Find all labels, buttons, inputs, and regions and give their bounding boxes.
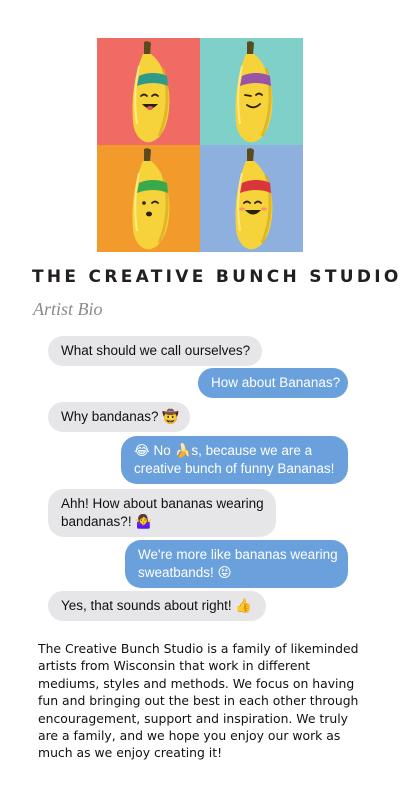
page-subtitle: Artist Bio	[33, 299, 103, 319]
message-text: Why bandanas? 🤠	[61, 409, 180, 424]
message-text: bandanas?! 🤷‍♀️	[61, 514, 153, 529]
message-text: Yes, that sounds about right! 👍	[61, 598, 253, 613]
bio-paragraph: The Creative Bunch Studio is a family of…	[38, 640, 368, 762]
chat-bubble-sent: 😂 No 🍌s, because we are a creative bunch…	[121, 436, 348, 484]
art-panel-bottom-left	[97, 145, 200, 252]
message-text: creative bunch of funny Bananas!	[134, 461, 335, 476]
message-text: Ahh! How about bananas wearing	[61, 496, 264, 511]
banana-character-illustration	[132, 41, 170, 143]
art-panel-bottom-right	[200, 145, 303, 252]
message-text: sweatbands! 😝	[138, 565, 232, 580]
message-text: 😂 No 🍌s, because we are a	[134, 443, 313, 458]
bio-line: encouragement, support and inspiration. …	[38, 710, 348, 726]
banana-character-illustration	[235, 41, 273, 143]
message-text: What should we call ourselves?	[61, 343, 251, 358]
message-text: We're more like bananas wearing	[138, 547, 338, 562]
chat-bubble-received: Yes, that sounds about right! 👍	[48, 591, 266, 621]
chat-bubble-sent: How about Bananas?	[198, 368, 348, 398]
chat-bubble-sent: We're more like bananas wearing sweatban…	[125, 540, 348, 588]
bio-line: much as we enjoy creating it!	[38, 745, 223, 761]
chat-bubble-received: Ahh! How about bananas wearing bandanas?…	[48, 489, 276, 537]
bio-line: The Creative Bunch Studio is a family of…	[38, 641, 359, 656]
banana-artwork	[97, 38, 303, 252]
bio-line: are a family, and we hope you enjoy our …	[38, 728, 341, 744]
message-text: How about Bananas?	[211, 375, 341, 390]
banana-character-illustration	[132, 148, 170, 250]
art-panel-top-left	[97, 38, 200, 145]
bio-line: fun and bringing out the best in each ot…	[38, 693, 359, 709]
studio-title: THE CREATIVE BUNCH STUDIO	[32, 267, 400, 287]
bio-line: artists from Wisconsin that work in diff…	[38, 658, 311, 674]
chat-bubble-received: What should we call ourselves?	[48, 336, 262, 366]
chat-bubble-received: Why bandanas? 🤠	[48, 402, 190, 432]
art-panel-top-right	[200, 38, 303, 145]
banana-character-illustration	[235, 148, 273, 250]
bio-line: mediums, styles and methods. We focus on…	[38, 675, 355, 691]
